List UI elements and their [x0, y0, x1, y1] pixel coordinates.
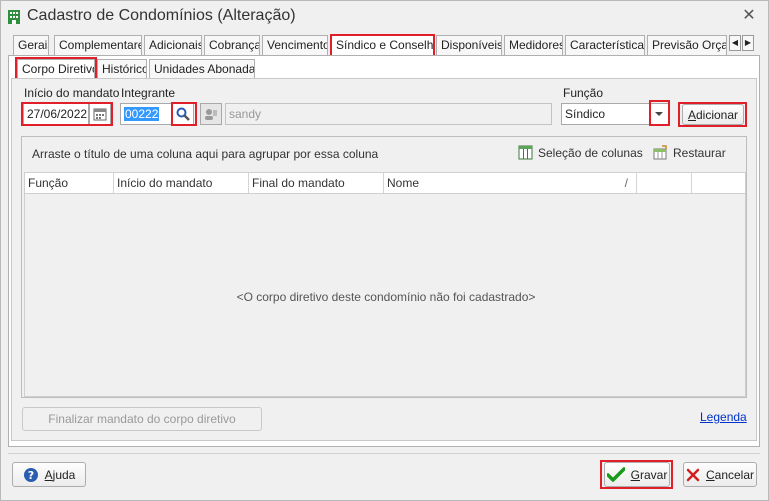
tab-scroll-left-icon[interactable]: ◀	[729, 35, 741, 51]
inicio-mandato-input[interactable]: 27/06/2022	[23, 103, 89, 125]
window-title: Cadastro de Condomínios (Alteração)	[27, 7, 296, 24]
subtab-unidades-abonadas[interactable]: Unidades Abonadas	[149, 59, 255, 79]
tab-gerais[interactable]: Gerais	[13, 35, 49, 55]
tab-disponiveis[interactable]: Disponíveis	[436, 35, 502, 55]
ajuda-label: Ajuda	[44, 467, 76, 482]
column-header-empty-1	[637, 173, 692, 193]
group-by-panel[interactable]: Arraste o título de uma coluna aqui para…	[22, 137, 746, 171]
column-header-final-mandato[interactable]: Final do mandato	[249, 173, 384, 193]
cancelar-button[interactable]: Cancelar	[683, 462, 757, 487]
calendar-icon[interactable]	[89, 103, 111, 125]
help-icon: ?	[23, 467, 38, 482]
checkmark-icon	[606, 466, 625, 482]
title-bar: Cadastro de Condomínios (Alteração) ✕	[1, 1, 768, 33]
main-tab-strip: Gerais Complementares Adicionais Cobranç…	[13, 35, 757, 56]
close-icon[interactable]: ✕	[740, 7, 758, 25]
dialog-window: Cadastro de Condomínios (Alteração) ✕ Ge…	[0, 0, 769, 501]
gravar-button[interactable]: Gravar	[604, 462, 670, 487]
grid-empty-message: <O corpo diretivo deste condomínio não f…	[236, 290, 536, 304]
restore-label: Restaurar	[673, 145, 726, 160]
column-header-nome-label: Nome	[387, 176, 420, 190]
column-selection-button[interactable]: Seleção de colunas	[518, 145, 643, 160]
tab-adicionais[interactable]: Adicionais	[144, 35, 202, 55]
svg-text:?: ?	[27, 469, 33, 482]
tab-previsao-orcamentaria[interactable]: Previsão Orçam	[647, 35, 727, 55]
column-header-inicio-mandato[interactable]: Início do mandato	[114, 173, 249, 193]
tab-vencimento[interactable]: Vencimento	[262, 35, 328, 55]
tab-complementares[interactable]: Complementares	[54, 35, 142, 55]
integrante-name-field: sandy	[225, 103, 552, 125]
finalizar-mandato-button[interactable]: Finalizar mandato do corpo diretivo	[22, 407, 262, 431]
subtab-corpo-diretivo[interactable]: Corpo Diretivo	[17, 59, 95, 80]
legenda-link[interactable]: Legenda	[700, 410, 747, 424]
ajuda-button[interactable]: ? Ajuda	[12, 462, 86, 487]
group-by-hint: Arraste o título de uma coluna aqui para…	[32, 147, 379, 161]
chevron-down-icon[interactable]	[649, 103, 669, 125]
cancel-x-icon	[686, 468, 700, 481]
user-card-icon[interactable]	[200, 103, 222, 125]
grid-header: Função Início do mandato Final do mandat…	[24, 172, 746, 194]
column-header-funcao[interactable]: Função	[25, 173, 114, 193]
restore-icon	[653, 145, 667, 160]
funcao-label: Função	[563, 86, 604, 100]
column-selection-label: Seleção de colunas	[538, 145, 643, 160]
grid-body[interactable]: <O corpo diretivo deste condomínio não f…	[24, 194, 746, 397]
funcao-select[interactable]: Síndico	[561, 103, 651, 125]
search-icon[interactable]	[172, 103, 194, 125]
tab-scroll-right-icon[interactable]: ▶	[742, 35, 754, 51]
gravar-label: Gravar	[630, 467, 668, 482]
integrante-code-selection: 00222	[124, 107, 160, 121]
tab-caracteristicas[interactable]: Características	[565, 35, 645, 55]
columns-icon	[518, 145, 533, 160]
footer-separator	[8, 453, 760, 454]
tab-sindico-e-conselho[interactable]: Síndico e Conselho	[331, 35, 435, 56]
sort-indicator-icon: /	[624, 176, 628, 190]
tab-cobranca[interactable]: Cobrança	[204, 35, 260, 55]
column-header-empty-2	[692, 173, 745, 193]
inicio-mandato-label: Início do mandato	[24, 86, 120, 100]
corpo-diretivo-grid: Arraste o título de uma coluna aqui para…	[21, 136, 747, 398]
column-header-nome[interactable]: Nome /	[384, 173, 637, 193]
integrante-label: Integrante	[121, 86, 176, 100]
integrante-code-input[interactable]: 00222	[120, 103, 172, 125]
adicionar-button[interactable]: Adicionar	[682, 104, 744, 125]
tab-medidores[interactable]: Medidores	[504, 35, 563, 55]
adicionar-label: Adicionar	[687, 107, 739, 122]
restore-button[interactable]: Restaurar	[653, 145, 726, 160]
cancelar-label: Cancelar	[705, 467, 755, 482]
building-icon	[8, 10, 20, 24]
subtab-historico[interactable]: Histórico	[97, 59, 147, 79]
